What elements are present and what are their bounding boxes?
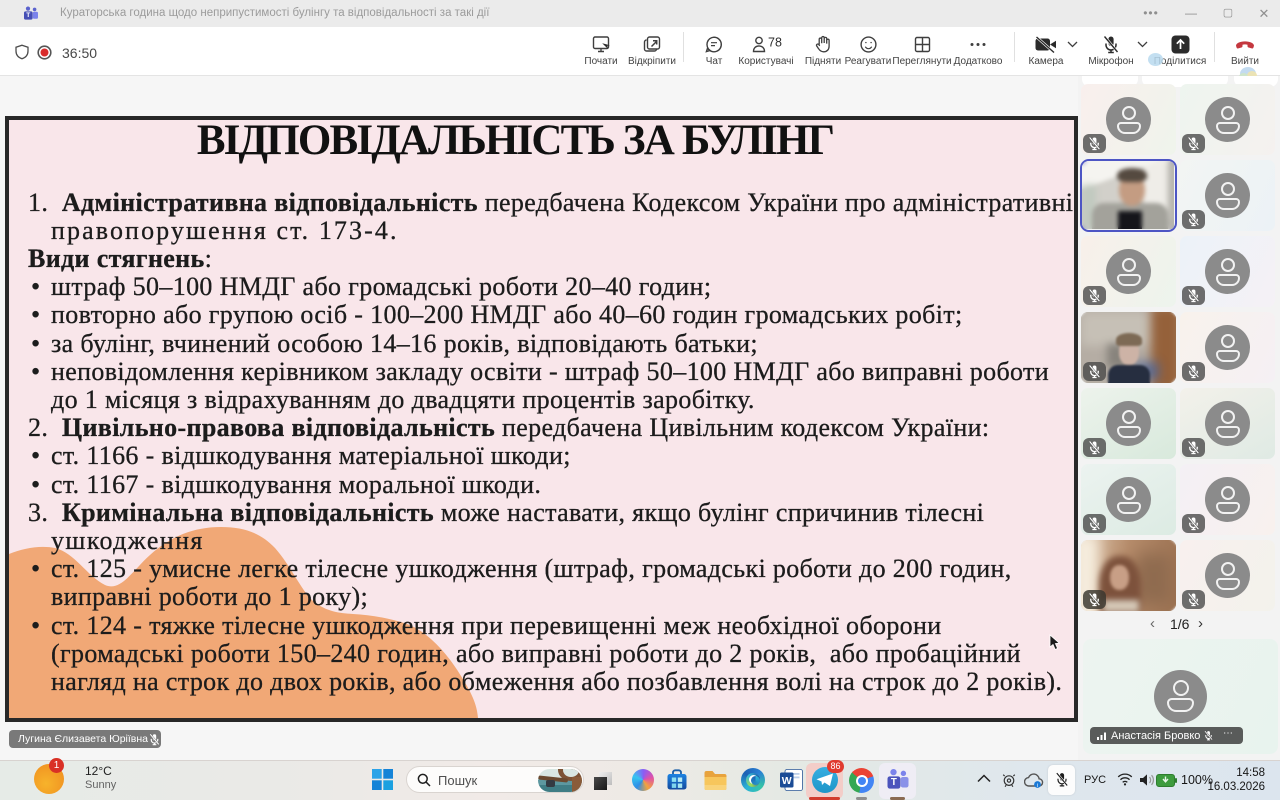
svg-text:W: W bbox=[782, 775, 792, 787]
svg-text:78: 78 bbox=[768, 36, 782, 50]
svg-text:i: i bbox=[1037, 783, 1038, 788]
svg-text:T: T bbox=[26, 12, 30, 19]
svg-text:T: T bbox=[891, 777, 897, 788]
